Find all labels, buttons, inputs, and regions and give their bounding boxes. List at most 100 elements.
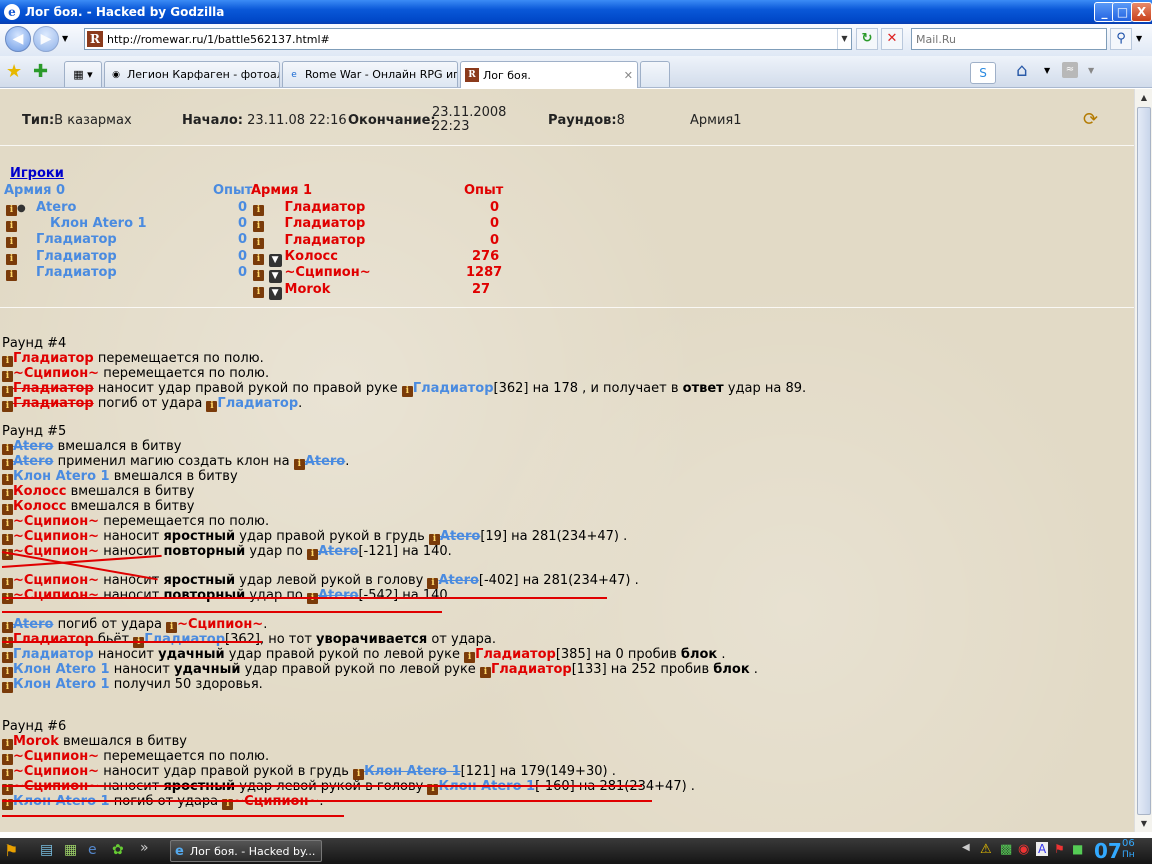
fighter-name[interactable]: ~Сципион~ (13, 573, 99, 588)
army0-player[interactable]: i ● Atero (6, 200, 76, 216)
tab-legion[interactable]: ◉ Легион Карфаген - фотоал... (104, 61, 280, 87)
new-tab-button[interactable] (640, 61, 670, 87)
fighter-name[interactable]: Клон Atero 1 (13, 677, 110, 692)
fighter-name[interactable]: Колосс (13, 484, 66, 499)
info-icon[interactable]: i (6, 269, 17, 281)
fighter-name[interactable]: ~Сципион~ (13, 588, 99, 603)
army1-player[interactable]: i ▼ Колосс (253, 249, 338, 267)
fighter-name[interactable]: Гладиатор (13, 351, 94, 366)
tray-app-icon[interactable]: ■ (1072, 842, 1083, 856)
quicklaunch-desktop-icon[interactable]: ▤ (40, 842, 53, 858)
fighter-name[interactable]: ~Сципион~ (13, 366, 99, 381)
fighter-name[interactable]: ~Сципион~ (13, 749, 99, 764)
address-dropdown-icon[interactable]: ▼ (837, 29, 851, 49)
start-logo-icon[interactable]: ⚑ (4, 841, 28, 861)
search-options-icon[interactable]: ▼ (1136, 34, 1142, 43)
army1-player[interactable]: i Гладиатор (253, 200, 365, 216)
tab-battle-log[interactable]: R Лог боя. ✕ (460, 61, 638, 88)
army0-player[interactable]: i Гладиатор (6, 265, 117, 281)
refresh-button[interactable]: ↻ (856, 28, 878, 50)
info-icon[interactable]: i (253, 253, 264, 265)
quicklaunch-app-icon[interactable]: ▦ (64, 842, 77, 858)
tray-antivirus-icon[interactable]: ◉ (1018, 842, 1029, 857)
fighter-name[interactable]: Atero (13, 617, 53, 632)
fighter-name[interactable]: Колосс (13, 499, 66, 514)
home-dropdown-icon[interactable]: ▼ (1044, 66, 1050, 75)
fighter-name[interactable]: Гладиатор (13, 632, 94, 647)
fighter-name[interactable]: Atero (318, 544, 358, 559)
fighter-name[interactable]: Atero (13, 439, 53, 454)
fighter-name[interactable]: Клон Atero 1 (364, 764, 461, 779)
fighter-name[interactable]: Гладиатор (13, 381, 94, 396)
players-link[interactable]: Игроки (10, 166, 64, 181)
fighter-name[interactable]: Гладиатор (144, 632, 225, 647)
home-icon[interactable]: ⌂ (1016, 60, 1027, 81)
info-icon[interactable]: i (206, 401, 218, 412)
tray-network-icon[interactable]: ▩ (1000, 842, 1012, 857)
rss-dropdown-icon[interactable]: ▼ (1088, 66, 1094, 75)
address-bar[interactable]: R ▼ (84, 28, 852, 50)
close-tab-icon[interactable]: ✕ (618, 69, 633, 82)
fighter-name[interactable]: ~Сципион~ (177, 617, 263, 632)
info-icon[interactable]: i (479, 667, 491, 678)
fighter-name[interactable]: Гладиатор (13, 396, 94, 411)
forward-button[interactable]: ▶ (33, 26, 59, 52)
army1-player[interactable]: i ▼ ~Сципион~ (253, 265, 371, 284)
vertical-scrollbar[interactable]: ▲ ▼ (1134, 89, 1152, 832)
fighter-name[interactable]: ~Сципион~ (13, 514, 99, 529)
info-icon[interactable]: i (293, 459, 305, 470)
fighter-name[interactable]: ~Сципион~ (13, 764, 99, 779)
scroll-down-icon[interactable]: ▼ (1137, 816, 1151, 832)
fighter-name[interactable]: ~Сципион~ (13, 529, 99, 544)
maximize-button[interactable]: □ (1112, 2, 1133, 22)
fighter-name[interactable]: Клон Atero 1 (13, 662, 110, 677)
fighter-name[interactable]: Atero (305, 454, 345, 469)
tab-romewar[interactable]: e Rome War - Онлайн RPG иг... (282, 61, 458, 87)
tray-language-icon[interactable]: ⚑ (1054, 842, 1065, 856)
scroll-thumb[interactable] (1137, 107, 1151, 815)
fighter-name[interactable]: Atero (318, 588, 358, 603)
army1-player[interactable]: i Гладиатор (253, 216, 365, 233)
info-icon[interactable]: i (253, 237, 264, 249)
info-icon[interactable]: i (253, 270, 264, 282)
info-icon[interactable]: i (6, 237, 17, 249)
info-icon[interactable]: i (253, 221, 264, 233)
info-icon[interactable]: i (2, 401, 13, 412)
quicklaunch-icq-icon[interactable]: ✿ (112, 842, 124, 858)
fighter-name[interactable]: Гладиатор (13, 647, 94, 662)
search-input[interactable] (912, 29, 1106, 49)
stop-button[interactable]: ✕ (881, 28, 903, 50)
info-icon[interactable]: i (253, 205, 264, 216)
fighter-name[interactable]: Гладиатор (413, 381, 494, 396)
fighter-name[interactable]: Morok (13, 734, 59, 749)
rss-icon[interactable]: ≈ (1062, 62, 1078, 78)
tray-security-icon[interactable]: ⚠ (980, 842, 992, 857)
refresh-log-icon[interactable]: ⟳ (1083, 109, 1098, 130)
info-icon[interactable]: i (6, 253, 17, 265)
quick-tabs-button[interactable]: ▦ ▾ (64, 61, 102, 87)
back-button[interactable]: ◀ (5, 26, 31, 52)
quicklaunch-more-icon[interactable]: » (140, 840, 149, 856)
scroll-up-icon[interactable]: ▲ (1137, 90, 1151, 106)
url-input[interactable] (107, 32, 837, 46)
skype-icon[interactable]: S (970, 62, 996, 84)
fighter-name[interactable]: Гладиатор (475, 647, 556, 662)
favorites-star-icon[interactable]: ★ (6, 61, 22, 82)
search-button[interactable]: ⚲ (1110, 28, 1132, 50)
add-favorite-icon[interactable]: ✚ (33, 61, 48, 82)
info-icon[interactable]: i (307, 549, 318, 560)
army1-player[interactable]: i ▼ Morok (253, 282, 330, 300)
taskbar-window-button[interactable]: e Лог боя. - Hacked by... (170, 840, 322, 862)
army0-player[interactable]: i Гладиатор (6, 249, 117, 265)
tray-expand-icon[interactable]: ◀ (962, 842, 970, 853)
army0-player[interactable]: i Гладиатор (6, 232, 117, 249)
history-dropdown-icon[interactable]: ▼ (62, 34, 68, 43)
fighter-name[interactable]: Atero (440, 529, 480, 544)
fighter-name[interactable]: Гладиатор (491, 662, 572, 677)
close-button[interactable]: X (1131, 2, 1152, 22)
fighter-name[interactable]: Atero (438, 573, 478, 588)
fighter-name[interactable]: Гладиатор (217, 396, 298, 411)
army1-player[interactable]: i Гладиатор (253, 233, 365, 249)
search-box[interactable] (911, 28, 1107, 50)
info-icon[interactable]: i (6, 205, 17, 216)
